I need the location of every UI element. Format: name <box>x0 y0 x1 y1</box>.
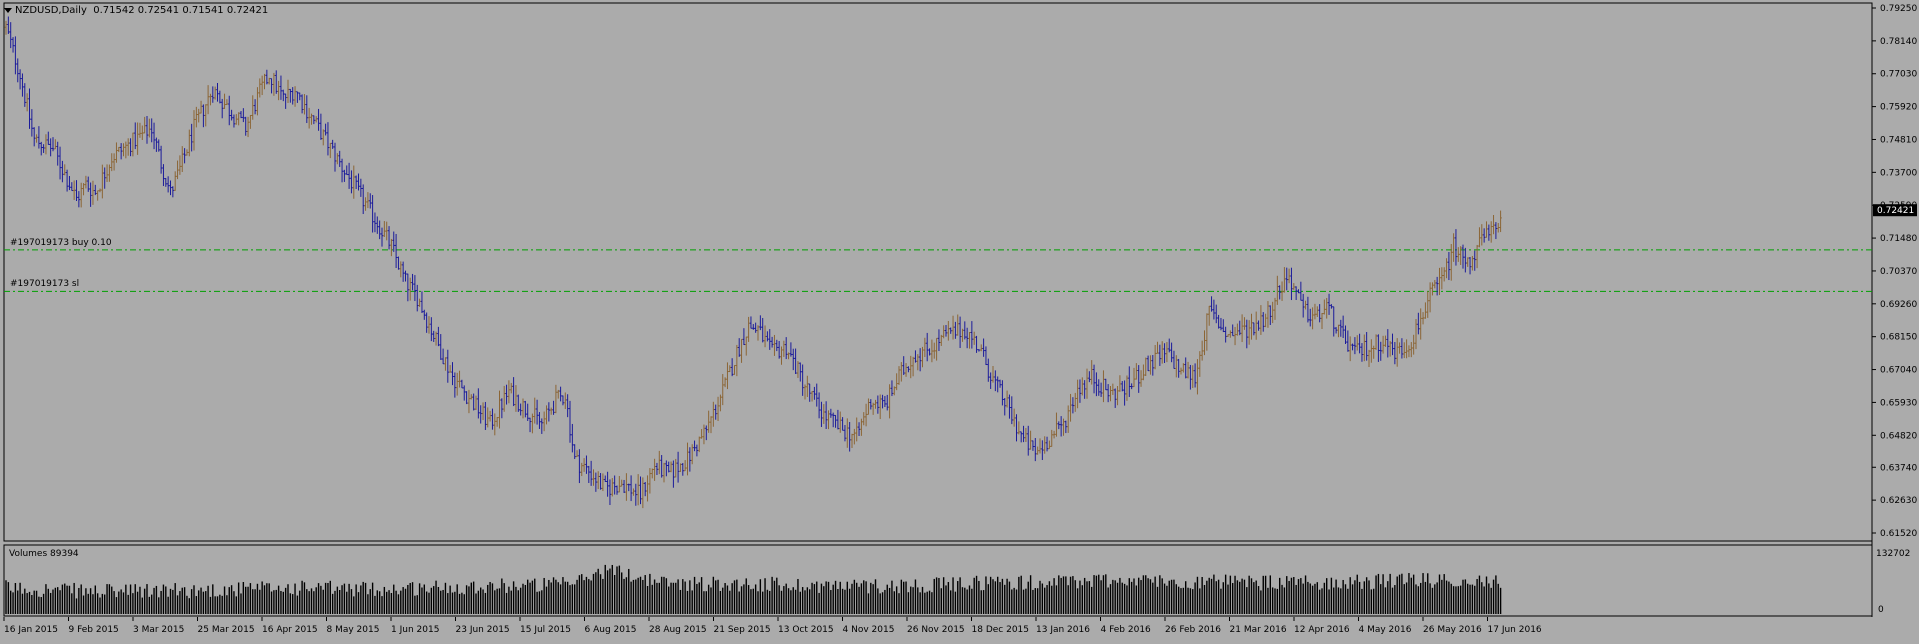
time-tick-label: 18 Dec 2015 <box>972 625 1030 635</box>
time-tick-label: 3 Mar 2015 <box>133 625 184 635</box>
volume-bars <box>5 564 1502 614</box>
time-tick-label: 26 Nov 2015 <box>907 625 965 635</box>
chart-canvas[interactable]: 0.79250 0.78140 0.77030 0.75920 0.74810 0.737… <box>0 0 1919 640</box>
volume-panel-frame <box>3 544 1873 617</box>
volume-min-label: 0 <box>1878 605 1884 615</box>
volume-max-label: 132702 <box>1876 549 1910 559</box>
time-tick-label: 28 Aug 2015 <box>649 625 707 635</box>
time-tick-label: 23 Jun 2015 <box>456 625 510 635</box>
time-tick-label: 4 Feb 2016 <box>1101 625 1152 635</box>
time-tick-label: 16 Apr 2015 <box>262 625 318 635</box>
time-tick-label: 15 Jul 2015 <box>520 625 571 635</box>
chevron-down-icon[interactable] <box>4 7 12 13</box>
time-tick-label: 13 Jan 2016 <box>1036 625 1090 635</box>
time-tick-label: 21 Mar 2016 <box>1230 625 1287 635</box>
price-tick-label: 0.78140 <box>1880 37 1917 47</box>
price-tick-label: 0.75920 <box>1880 103 1917 113</box>
time-tick-label: 17 Jun 2016 <box>1488 625 1542 635</box>
price-tick-label: 0.74810 <box>1880 135 1917 145</box>
time-tick-label: 21 Sep 2015 <box>714 625 771 635</box>
time-axis-ticks: 16 Jan 2015 9 Feb 2015 3 Mar 2015 25 Mar 20… <box>3 617 1542 635</box>
time-tick-label: 25 Mar 2015 <box>198 625 255 635</box>
current-price-marker: 0.72421 <box>1873 204 1917 217</box>
price-tick-label: 0.70370 <box>1880 267 1917 277</box>
chart-header[interactable]: NZDUSD,Daily 0.71542 0.72541 0.71541 0.7… <box>4 5 268 16</box>
time-tick-label: 4 Nov 2015 <box>843 625 895 635</box>
time-tick-label: 4 May 2016 <box>1359 625 1412 635</box>
time-tick-label: 16 Jan 2015 <box>4 625 58 635</box>
order-lines <box>4 249 1872 292</box>
price-tick-label: 0.67040 <box>1880 366 1917 376</box>
price-tick-label: 0.73700 <box>1880 168 1917 178</box>
price-panel-frame <box>3 2 1873 542</box>
ohlc-readout: 0.71542 0.72541 0.71541 0.72421 <box>93 5 269 16</box>
order-sl-label[interactable]: #197019173 sl <box>10 279 79 289</box>
time-tick-label: 12 Apr 2016 <box>1294 625 1350 635</box>
time-tick-label: 1 Jun 2015 <box>391 625 439 635</box>
volume-indicator-label: Volumes 89394 <box>9 549 79 559</box>
symbol-period: NZDUSD,Daily <box>15 5 87 16</box>
price-tick-label: 0.69260 <box>1880 300 1917 310</box>
price-bars <box>4 16 1502 509</box>
chart-area[interactable]: 0.79250 0.78140 0.77030 0.75920 0.74810 0.737… <box>0 0 1919 640</box>
price-tick-label: 0.64820 <box>1880 431 1917 441</box>
price-tick-label: 0.61520 <box>1880 529 1917 539</box>
price-tick-label: 0.63740 <box>1880 463 1917 473</box>
price-tick-label: 0.79250 <box>1880 4 1917 14</box>
price-tick-label: 0.71480 <box>1880 234 1917 244</box>
time-tick-label: 13 Oct 2015 <box>778 625 834 635</box>
price-tick-label: 0.65930 <box>1880 398 1917 408</box>
order-buy-label[interactable]: #197019173 buy 0.10 <box>10 238 112 248</box>
time-tick-label: 8 May 2015 <box>327 625 380 635</box>
price-tick-label: 0.77030 <box>1880 70 1917 80</box>
price-tick-label: 0.62630 <box>1880 496 1917 506</box>
time-tick-label: 26 Feb 2016 <box>1165 625 1221 635</box>
current-price-label: 0.72421 <box>1877 206 1914 216</box>
time-tick-label: 26 May 2016 <box>1423 625 1482 635</box>
time-tick-label: 6 Aug 2015 <box>585 625 637 635</box>
price-axis-ticks: 0.79250 0.78140 0.77030 0.75920 0.74810 0.737… <box>1872 4 1917 539</box>
volume-axis-labels: 132702 0 <box>1876 549 1910 615</box>
price-tick-label: 0.68150 <box>1880 333 1917 343</box>
time-tick-label: 9 Feb 2015 <box>69 625 119 635</box>
